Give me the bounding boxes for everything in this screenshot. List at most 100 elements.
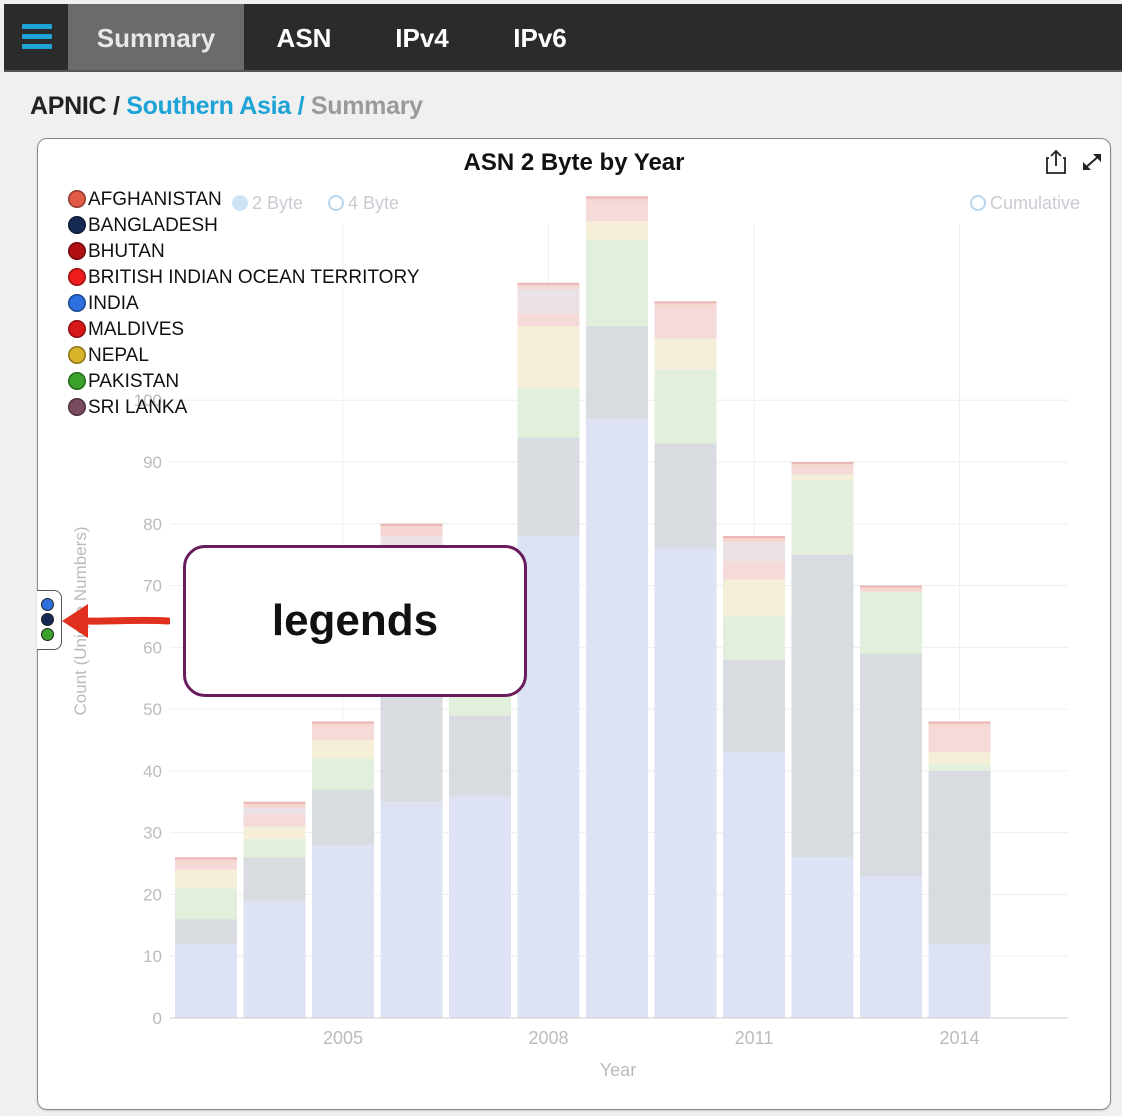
bar-segment[interactable] [243,857,306,901]
bar-segment[interactable] [586,418,648,1018]
bar-segment[interactable] [654,338,717,370]
bar-segment[interactable] [243,826,306,839]
bar-segment[interactable] [791,554,854,858]
bar-cap [380,523,443,526]
bar-segment[interactable] [586,326,648,419]
legend-dot-icon [68,320,86,338]
byte2-toggle[interactable]: 2 Byte [232,193,303,214]
bar-segment[interactable] [723,560,785,580]
x-axis-title: Year [600,1060,636,1080]
bar-segment[interactable] [928,727,991,753]
radio-dot-icon [328,195,344,211]
legend-item-pakistan[interactable]: PAKISTAN [68,371,179,395]
bar-segment[interactable] [243,838,306,858]
bar-segment[interactable] [312,789,374,846]
bar-segment[interactable] [723,542,785,561]
bar-segment[interactable] [586,221,648,240]
legend-item-maldives[interactable]: MALDIVES [68,319,184,343]
bar-segment[interactable] [175,919,237,944]
bar-segment[interactable] [928,770,991,944]
bar-segment[interactable] [654,443,717,549]
bar-segment[interactable] [791,474,854,481]
bar-segment[interactable] [517,437,580,537]
radio-dot-icon [232,195,248,211]
bar-segment[interactable] [723,579,785,617]
legend-dot-icon [68,216,86,234]
bar-cap [243,801,306,804]
bar-segment[interactable] [928,764,991,771]
bar-segment[interactable] [723,659,785,753]
breadcrumb-root[interactable]: APNIC [30,92,107,120]
legend-dot-icon [68,268,86,286]
bar-segment[interactable] [243,807,306,815]
bar-segment[interactable] [449,715,511,796]
tab-summary[interactable]: Summary [68,4,244,70]
y-tick-label: 10 [143,947,162,966]
bar-segment[interactable] [791,480,854,555]
expand-icon[interactable] [1080,151,1104,173]
annotation-arrow-icon [62,604,170,638]
bar-segment[interactable] [517,387,580,438]
bar-segment[interactable] [928,943,991,1018]
legend-item-nepal[interactable]: NEPAL [68,345,149,369]
bar-segment[interactable] [860,653,922,876]
legend-item-sri-lanka[interactable]: SRI LANKA [68,397,187,421]
legend-item-bangladesh[interactable]: BANGLADESH [68,215,218,239]
y-tick-label: 20 [143,885,162,904]
tab-ipv4[interactable]: IPv4 [374,4,470,70]
bar-segment[interactable] [654,369,717,444]
bar-segment[interactable] [791,857,854,1018]
bar-segment[interactable] [243,814,306,827]
x-tick-label: 2011 [735,1028,774,1048]
x-tick-label: 2008 [528,1028,568,1048]
bar-segment[interactable] [312,845,374,1018]
legend-label: AFGHANISTAN [88,189,222,210]
bar-segment[interactable] [175,888,237,920]
bar-segment[interactable] [860,591,922,654]
bar-segment[interactable] [312,727,374,740]
legend-toggle-dot-icon [41,628,54,641]
bar-segment[interactable] [449,795,511,1018]
byte4-toggle[interactable]: 4 Byte [328,193,399,214]
y-tick-label: 70 [143,577,162,596]
bar-segment[interactable] [517,326,580,388]
bar-segment[interactable] [517,313,580,327]
cumulative-toggle[interactable]: Cumulative [970,193,1080,214]
legend-label: BHUTAN [88,241,165,262]
bar-segment[interactable] [654,548,717,1018]
legend-dot-icon [68,190,86,208]
bar-segment[interactable] [517,289,580,314]
breadcrumb-region-link[interactable]: Southern Asia [126,92,291,120]
share-icon[interactable] [1044,149,1068,175]
breadcrumb-separator: / [112,92,120,120]
bar-segment[interactable] [380,801,443,1018]
bar-segment[interactable] [243,900,306,1018]
bar-segment[interactable] [860,875,922,1018]
legend-item-bhutan[interactable]: BHUTAN [68,241,165,265]
bar-segment[interactable] [312,740,374,759]
legend-item-british-indian-ocean-territory[interactable]: BRITISH INDIAN OCEAN TERRITORY [68,267,420,291]
bar-segment[interactable] [654,307,717,339]
bar-segment[interactable] [175,943,237,1018]
bar-segment[interactable] [928,752,991,765]
bar-cap [860,585,922,588]
legend-label: INDIA [88,293,139,314]
bar-cap [312,721,374,724]
legend-label: SRI LANKA [88,397,188,418]
tab-ipv6[interactable]: IPv6 [492,4,588,70]
hamburger-menu-icon[interactable] [18,18,58,58]
bar-segment[interactable] [791,468,854,475]
breadcrumb-current: Summary [310,92,423,120]
bar-segment[interactable] [175,863,237,870]
bar-segment[interactable] [586,202,648,222]
bar-segment[interactable] [723,616,785,660]
bar-segment[interactable] [175,869,237,889]
tab-asn[interactable]: ASN [256,4,352,70]
legend-item-india[interactable]: INDIA [68,293,139,317]
legend-dot-icon [68,372,86,390]
legend-dot-icon [68,346,86,364]
bar-segment[interactable] [586,239,648,327]
bar-segment[interactable] [723,752,785,1018]
bar-segment[interactable] [312,758,374,790]
legend-item-afghanistan[interactable]: AFGHANISTAN [68,189,222,213]
